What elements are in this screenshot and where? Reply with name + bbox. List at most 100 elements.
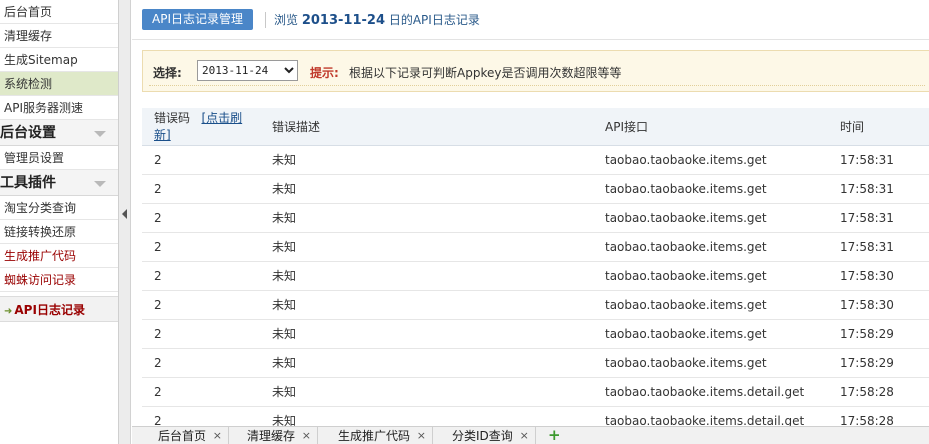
cell-error-desc: 未知 (260, 174, 593, 204)
date-select[interactable]: 2013-11-24 (197, 60, 298, 81)
table-header-row: 错误码 [点击刷新] 错误描述 API接口 时间 (142, 108, 929, 146)
table-row: 2 未知 taobao.taobaoke.items.get 17:58:31 (142, 174, 929, 204)
date-select-label: 选择: (153, 66, 182, 80)
sidebar-splitter[interactable] (119, 0, 131, 444)
cell-error-code: 2 (142, 174, 260, 204)
cell-error-code: 2 (142, 290, 260, 320)
browse-info: 浏览 2013-11-24 日的API日志记录 (274, 11, 480, 28)
divider (149, 85, 925, 86)
cell-api: taobao.taobaoke.items.get (593, 203, 828, 233)
column-time: 时间 (828, 108, 929, 146)
cell-error-desc: 未知 (260, 348, 593, 378)
sidebar-item-admin[interactable]: 管理员设置 (0, 146, 118, 170)
cell-error-desc: 未知 (260, 145, 593, 175)
cell-time: 17:58:30 (828, 290, 929, 320)
sidebar-group-tools[interactable]: 工具插件 (0, 170, 118, 196)
sidebar: 后台首页 清理缓存 生成Sitemap 系统检测 API服务器测速 后台设置 管… (0, 0, 119, 444)
cell-api: taobao.taobaoke.items.get (593, 232, 828, 262)
sidebar-group-label: 后台设置 (0, 125, 56, 141)
table-row: 2 未知 taobao.taobaoke.items.get 17:58:29 (142, 319, 929, 349)
cell-error-code: 2 (142, 377, 260, 407)
cell-api: taobao.taobaoke.items.get (593, 319, 828, 349)
cell-api: taobao.taobaoke.items.get (593, 145, 828, 175)
column-error-code: 错误码 [点击刷新] (142, 108, 260, 146)
sidebar-item-system-check[interactable]: 系统检测 (0, 72, 118, 96)
table-row: 2 未知 taobao.taobaoke.items.get 17:58:31 (142, 232, 929, 262)
browse-suffix: 日的API日志记录 (388, 13, 480, 27)
cell-time: 17:58:31 (828, 145, 929, 175)
cell-error-desc: 未知 (260, 232, 593, 262)
column-api: API接口 (593, 108, 828, 146)
column-error-desc: 错误描述 (260, 108, 593, 146)
sidebar-item-home[interactable]: 后台首页 (0, 0, 118, 24)
cell-api: taobao.taobaoke.items.get (593, 261, 828, 291)
table-row: 2 未知 taobao.taobaoke.items.get 17:58:29 (142, 348, 929, 378)
cell-error-desc: 未知 (260, 319, 593, 349)
arrow-right-icon: ➜ (4, 306, 13, 317)
page-title-badge[interactable]: API日志记录管理 (142, 9, 253, 30)
bottom-tab-home[interactable]: 后台首页 × (150, 427, 230, 444)
close-icon[interactable]: × (302, 427, 311, 444)
sidebar-item-clear-cache[interactable]: 清理缓存 (0, 24, 118, 48)
api-log-table: 错误码 [点击刷新] 错误描述 API接口 时间 2 未知 taobao.taoba… (142, 108, 929, 426)
table-row: 2 未知 taobao.taobaoke.items.get 17:58:31 (142, 145, 929, 175)
cell-error-desc: 未知 (260, 261, 593, 291)
sidebar-item-api-log[interactable]: ➜ API日志记录 (0, 296, 118, 322)
close-icon[interactable]: × (213, 427, 222, 444)
cell-error-code: 2 (142, 406, 260, 426)
table-row: 2 未知 taobao.taobaoke.items.detail.get 17:58… (142, 406, 929, 426)
sidebar-item-taobao-category[interactable]: 淘宝分类查询 (0, 196, 118, 220)
cell-time: 17:58:28 (828, 377, 929, 407)
cell-error-desc: 未知 (260, 377, 593, 407)
tip-text: 根据以下记录可判断Appkey是否调用次数超限等等 (349, 66, 622, 80)
sidebar-item-link-convert[interactable]: 链接转换还原 (0, 220, 118, 244)
cell-error-code: 2 (142, 145, 260, 175)
chevron-down-icon (94, 131, 106, 137)
cell-api: taobao.taobaoke.items.get (593, 348, 828, 378)
close-icon[interactable]: × (520, 427, 529, 444)
cell-error-code: 2 (142, 203, 260, 233)
close-icon[interactable]: × (417, 427, 426, 444)
cell-error-desc: 未知 (260, 203, 593, 233)
tip-label: 提示: (310, 66, 339, 80)
cell-time: 17:58:31 (828, 232, 929, 262)
sidebar-item-promo-code[interactable]: 生成推广代码 (0, 244, 118, 268)
cell-error-code: 2 (142, 232, 260, 262)
table-row: 2 未知 taobao.taobaoke.items.get 17:58:30 (142, 261, 929, 291)
cell-api: taobao.taobaoke.items.detail.get (593, 406, 828, 426)
cell-api: taobao.taobaoke.items.get (593, 174, 828, 204)
main-content: API日志记录管理 浏览 2013-11-24 日的API日志记录 选择: 20… (132, 0, 929, 426)
bottom-tab-category-id[interactable]: 分类ID查询 × (444, 427, 536, 444)
sidebar-item-spider-log[interactable]: 蜘蛛访问记录 (0, 268, 118, 292)
cell-time: 17:58:31 (828, 174, 929, 204)
cell-time: 17:58:30 (828, 261, 929, 291)
page-header: API日志记录管理 浏览 2013-11-24 日的API日志记录 (132, 0, 929, 40)
bottom-tab-clear-cache[interactable]: 清理缓存 × (239, 427, 319, 444)
sidebar-item-label: API日志记录 (14, 303, 85, 317)
cell-time: 17:58:29 (828, 348, 929, 378)
collapse-left-icon[interactable] (122, 209, 127, 219)
sidebar-group-label: 工具插件 (0, 175, 56, 191)
cell-time: 17:58:29 (828, 319, 929, 349)
cell-api: taobao.taobaoke.items.detail.get (593, 377, 828, 407)
filter-bar: 选择: 2013-11-24 提示: 根据以下记录可判断Appkey是否调用次数… (142, 50, 929, 92)
add-tab-icon[interactable]: + (548, 426, 561, 444)
cell-time: 17:58:31 (828, 203, 929, 233)
chevron-down-icon (94, 181, 106, 187)
table-row: 2 未知 taobao.taobaoke.items.detail.get 17:58… (142, 377, 929, 407)
bottom-tab-promo-code[interactable]: 生成推广代码 × (330, 427, 434, 444)
bottom-tab-bar: 后台首页 × 清理缓存 × 生成推广代码 × 分类ID查询 × + (132, 426, 929, 444)
header-divider (265, 12, 266, 28)
table-row: 2 未知 taobao.taobaoke.items.get 17:58:31 (142, 203, 929, 233)
cell-error-desc: 未知 (260, 290, 593, 320)
cell-error-code: 2 (142, 348, 260, 378)
cell-time: 17:58:28 (828, 406, 929, 426)
cell-error-code: 2 (142, 319, 260, 349)
table-row: 2 未知 taobao.taobaoke.items.get 17:58:30 (142, 290, 929, 320)
browse-prefix: 浏览 (274, 13, 299, 27)
browse-date: 2013-11-24 (301, 13, 385, 28)
sidebar-item-api-speed[interactable]: API服务器测速 (0, 96, 118, 120)
sidebar-item-sitemap[interactable]: 生成Sitemap (0, 48, 118, 72)
cell-error-desc: 未知 (260, 406, 593, 426)
sidebar-group-settings[interactable]: 后台设置 (0, 120, 118, 146)
